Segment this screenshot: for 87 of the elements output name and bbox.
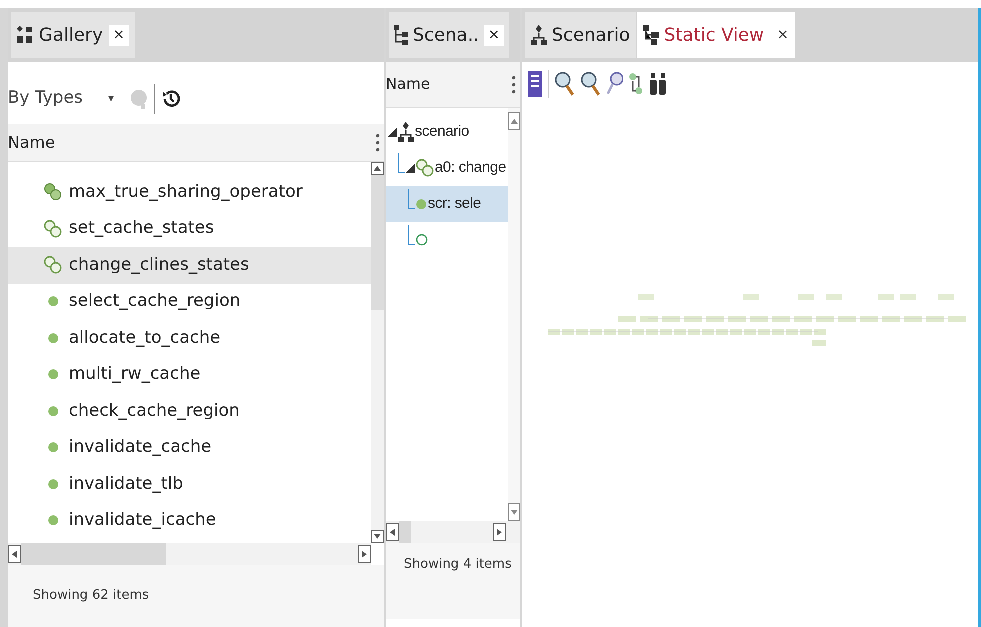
horizontal-scrollbar[interactable] [386,521,520,543]
editor-tab[interactable]: Static View × [637,12,795,58]
circle-icon [416,234,428,246]
graph-node [948,316,966,322]
arrow-down-icon [510,510,518,514]
hierarchy-icon [531,25,547,45]
scroll-up-button[interactable] [371,162,384,175]
graph-node [826,294,842,300]
status-text: Showing 62 items [33,587,150,606]
document-icon[interactable] [528,71,542,97]
filter-dropdown[interactable]: By Types ▾ [8,86,118,112]
tree-item[interactable]: scenario [386,114,508,150]
column-header[interactable]: Name [386,73,430,96]
graph-node [743,294,759,300]
graph-node [900,294,916,300]
editor-tab[interactable]: Scenario [525,12,636,58]
expander-icon[interactable] [388,128,397,136]
expander-icon[interactable] [406,164,415,172]
swap-icon[interactable] [629,73,643,95]
graph-node [878,294,894,300]
circle-icon [48,515,58,526]
graph-node [638,294,654,300]
gallery-icon [17,26,33,44]
vertical-scrollbar[interactable] [371,162,384,543]
arrow-up-icon [510,118,518,124]
arrow-right-icon [497,528,502,536]
linked-circles-icon [44,183,62,202]
arrow-down-icon [374,534,381,539]
graph-node [640,316,658,322]
linked-circles-icon [44,220,62,238]
arrow-right-icon [362,550,367,558]
scenario-tab[interactable]: Scena.. × [389,12,510,58]
circle-icon [416,198,427,210]
circle-icon [48,369,58,380]
tree-label: scr: sele [428,194,482,214]
linked-circles-icon [416,159,434,177]
vertical-scrollbar[interactable] [508,108,520,521]
scroll-left-button[interactable] [8,545,21,563]
hierarchy-icon [643,25,660,45]
circle-icon [48,478,58,490]
tree-item[interactable]: a0: change [386,150,508,186]
horizontal-scrollbar[interactable] [8,543,371,565]
tree-label: scenario [415,122,470,142]
tree-label: a0: change [435,158,506,178]
close-button[interactable]: × [109,24,129,46]
graph-node [618,316,636,322]
history-icon[interactable] [161,89,181,109]
scroll-thumb[interactable] [399,521,411,543]
arrow-left-icon [12,550,17,558]
column-menu-icon[interactable] [512,76,516,94]
status-text: Showing 4 items [404,556,512,574]
scroll-thumb[interactable] [21,543,166,565]
tab-label: Scena.. [413,24,480,48]
tree-icon [394,25,408,45]
circle-icon [48,296,58,308]
binoculars-icon[interactable] [649,72,667,96]
scroll-down-button[interactable] [508,503,520,521]
gallery-tab[interactable]: Gallery × [11,12,135,58]
circle-icon [48,406,58,417]
scroll-right-button[interactable] [493,523,506,541]
column-header[interactable]: Name [8,130,56,154]
tab-label: Gallery [39,24,104,48]
close-button[interactable]: × [777,24,789,46]
graph-node [812,340,826,346]
graph-node [938,294,954,300]
tree-item[interactable]: scr: sele [386,186,508,222]
scroll-down-button[interactable] [371,530,384,543]
scroll-up-button[interactable] [508,112,520,130]
list-item[interactable]: change_clines_states [8,247,371,284]
scroll-thumb[interactable] [371,175,384,310]
close-button[interactable]: × [484,24,504,46]
hierarchy-icon [398,122,414,142]
caret-icon: ▾ [108,90,114,108]
zoom-out-icon[interactable] [581,71,601,97]
circle-icon [48,332,58,344]
filter-label: By Types [8,87,84,110]
zoom-in-icon[interactable] [555,71,575,97]
graph-node [798,294,814,300]
arrow-up-icon [374,166,381,171]
column-menu-icon[interactable] [376,134,380,152]
circle-icon [48,442,58,454]
scroll-left-button[interactable] [386,523,399,541]
zoom-fit-icon[interactable] [607,72,623,96]
arrow-left-icon [390,528,395,536]
graph-node [814,329,826,335]
scroll-right-button[interactable] [358,545,371,563]
linked-circles-icon [44,256,62,274]
